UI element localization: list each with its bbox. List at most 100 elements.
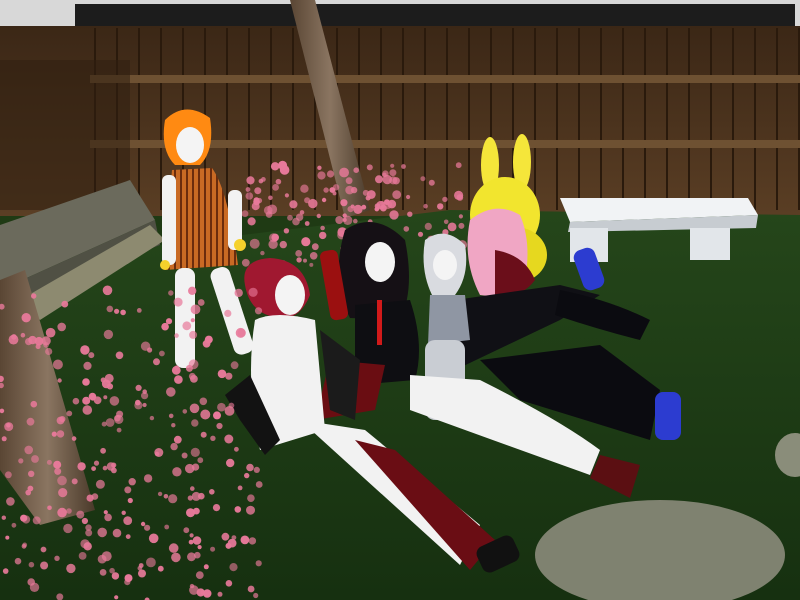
blossom-petal: [66, 563, 76, 574]
blossom-petal: [260, 250, 265, 256]
blossom-petal: [192, 536, 202, 545]
blossom-petal: [458, 222, 465, 229]
blossom-petal: [82, 378, 90, 386]
blossom-petal: [5, 535, 10, 540]
blossom-petal: [283, 228, 290, 234]
blossom-petal: [210, 546, 216, 552]
blossom-petal: [54, 467, 62, 475]
blossom-petal: [157, 491, 163, 497]
blossom-petal: [200, 409, 211, 420]
blossom-petal: [57, 322, 66, 332]
blossom-petal: [127, 497, 133, 504]
blossom-petal: [171, 365, 181, 375]
blossom-petal: [353, 204, 363, 214]
blossom-petal: [78, 552, 87, 560]
blossom-petal: [423, 203, 428, 209]
blossom-petal: [188, 372, 196, 380]
blossom-petal: [284, 193, 289, 198]
blossom-petal: [189, 403, 200, 414]
blossom-petal: [230, 361, 239, 370]
blossom-petal: [57, 475, 67, 486]
blossom-petal: [59, 416, 66, 423]
blossom-petal: [34, 336, 44, 346]
blossom-petal: [91, 493, 99, 500]
blossom-petal: [103, 510, 108, 515]
blossom-petal: [406, 194, 411, 200]
blossom-petal: [292, 217, 300, 226]
blossom-petal: [210, 435, 216, 441]
blossom-petal: [316, 213, 321, 219]
blossom-petal: [309, 252, 318, 260]
blossom-petal: [183, 527, 190, 534]
blossom-petal: [4, 471, 12, 479]
blossom-petal: [71, 478, 78, 485]
blossom-petal: [366, 190, 376, 199]
blossom-petal: [66, 410, 73, 417]
blossom-petal: [289, 200, 298, 209]
blossom-petal: [140, 521, 146, 527]
blossom-petal: [246, 176, 255, 185]
blossom-petal: [353, 218, 358, 224]
blossom-petal: [109, 396, 120, 406]
blossom-petal: [228, 402, 235, 409]
blossom-petal: [300, 184, 309, 193]
blossom-petal: [174, 375, 183, 384]
blossom-petal: [26, 417, 35, 426]
blossom-petal: [255, 560, 262, 567]
blossom-petal: [97, 554, 107, 564]
blossom-petal: [136, 308, 142, 313]
blossom-petal: [321, 197, 327, 203]
blossom-petal: [144, 524, 151, 531]
blossom-petal: [58, 488, 68, 498]
blossom-petal: [275, 178, 282, 185]
blossom-petal: [93, 396, 102, 405]
blossom-petal: [189, 533, 194, 538]
blossom-petal: [182, 321, 192, 331]
blossom-petal: [105, 418, 115, 427]
blossom-petal: [270, 162, 280, 171]
blossom-petal: [31, 455, 39, 463]
blossom-petal: [245, 192, 254, 200]
blossom-petal: [249, 238, 260, 249]
blossom-petal: [124, 486, 132, 494]
blossom-petal: [123, 516, 133, 525]
blossom-petal: [182, 409, 188, 414]
blossom-petal: [248, 537, 257, 545]
blossom-petal: [32, 516, 41, 525]
blossom-petal: [2, 568, 9, 574]
blossom-petal: [14, 557, 22, 565]
game-viewport[interactable]: [0, 0, 800, 600]
blossom-petal: [173, 297, 183, 307]
blossom-petal: [389, 210, 399, 220]
blossom-petal: [303, 258, 307, 263]
blossom-petal: [95, 479, 105, 489]
blossom-petal: [56, 430, 65, 438]
blossom-petal: [420, 176, 426, 182]
blossom-petal: [383, 200, 393, 210]
blossom-petal: [106, 305, 114, 313]
blossom-petal: [157, 565, 164, 572]
blossom-petal: [342, 217, 347, 222]
blossom-petal: [111, 572, 120, 580]
blossom-petal: [403, 226, 410, 232]
blossom-petal: [345, 185, 354, 195]
blossom-petal: [392, 190, 402, 200]
blossom-petal: [374, 206, 380, 212]
blossom-petal: [227, 538, 237, 548]
blossom-petal: [189, 330, 198, 339]
blossom-petal: [326, 170, 335, 178]
blossom-petal: [168, 290, 174, 296]
blossom-petal: [417, 231, 424, 237]
blossom-petal: [272, 184, 279, 191]
blossom-petal: [142, 402, 147, 408]
blossom-petal: [319, 231, 327, 240]
blossom-petal: [190, 447, 200, 457]
blossom-petal: [192, 463, 200, 471]
blossom-petal: [248, 287, 258, 297]
blossom-petal: [224, 309, 232, 317]
blossom-petal: [28, 561, 35, 568]
blossom-petal: [21, 543, 27, 549]
blossom-petal: [308, 198, 318, 209]
blossom-petal: [320, 225, 325, 231]
blossom-petal: [255, 481, 263, 488]
